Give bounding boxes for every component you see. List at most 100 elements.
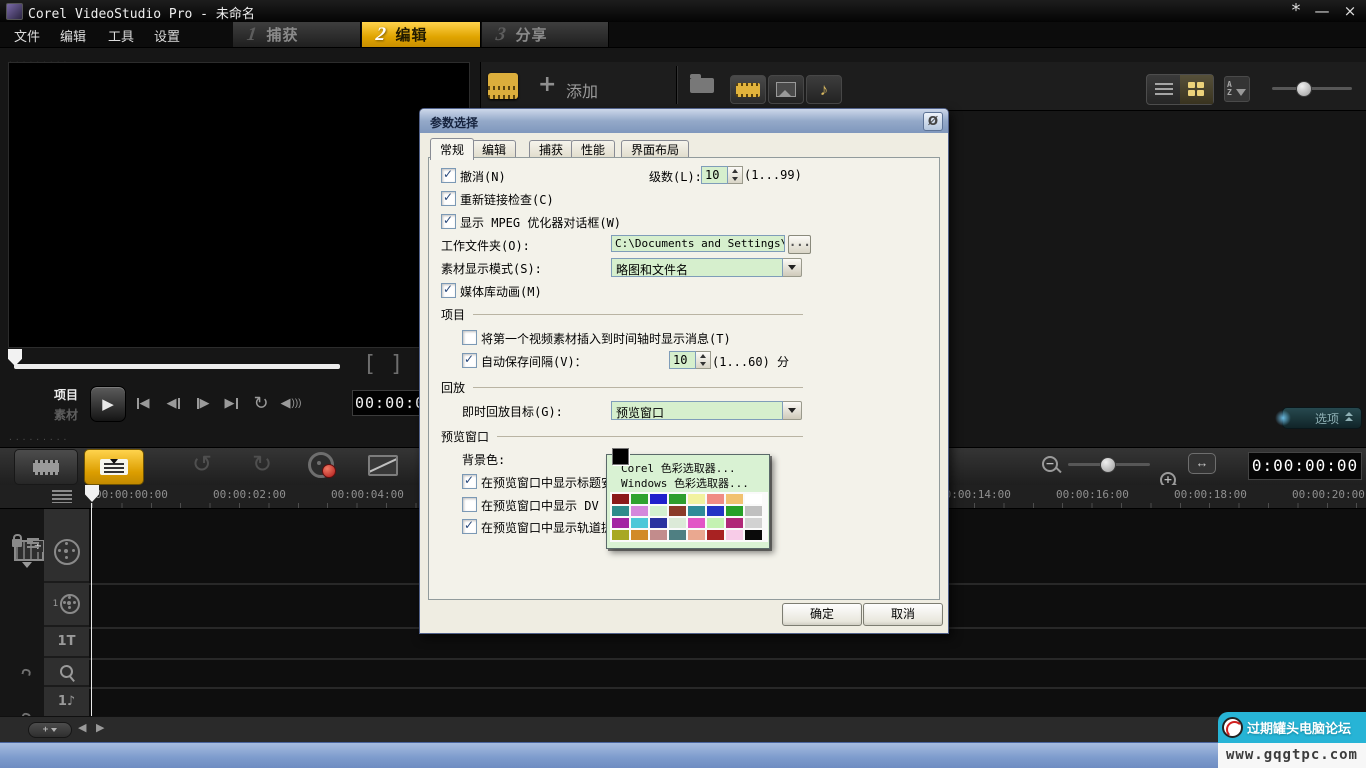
color-swatch[interactable] <box>688 506 705 516</box>
color-swatch[interactable] <box>650 518 667 528</box>
scroll-right-button[interactable]: ▶ <box>96 721 104 734</box>
libanim-checkbox[interactable] <box>441 283 456 298</box>
repeat-button[interactable]: ↻ <box>248 391 274 415</box>
color-swatch[interactable] <box>631 530 648 540</box>
levels-spinner[interactable]: 10 <box>701 166 743 184</box>
color-swatch[interactable] <box>669 530 686 540</box>
color-swatch[interactable] <box>631 494 648 504</box>
spin-down-button[interactable] <box>696 360 710 368</box>
fit-timeline-button[interactable]: ↔ <box>1188 453 1216 474</box>
color-swatch[interactable] <box>650 506 667 516</box>
timeline-zoom-slider-knob[interactable] <box>1100 457 1116 473</box>
project-mode-toggle[interactable]: 项目 <box>54 386 78 403</box>
video-track-header[interactable] <box>44 523 89 583</box>
color-swatch[interactable] <box>650 494 667 504</box>
minimize-button[interactable]: — <box>1312 2 1332 20</box>
color-swatch[interactable] <box>650 530 667 540</box>
clip-mode-toggle[interactable]: 素材 <box>54 406 78 423</box>
screen-capture-button[interactable] <box>368 455 398 476</box>
color-swatch[interactable] <box>612 530 629 540</box>
color-swatch[interactable] <box>631 518 648 528</box>
filter-photo-button[interactable] <box>768 75 804 104</box>
playback-target-combo[interactable]: 预览窗口 <box>611 401 802 420</box>
next-frame-button[interactable]: ▶ <box>190 391 216 415</box>
color-swatch[interactable] <box>707 530 724 540</box>
record-capture-button[interactable] <box>308 452 334 478</box>
menu-file[interactable]: 文件 <box>14 26 40 45</box>
menu-tools[interactable]: 工具 <box>108 26 134 45</box>
music-track-header[interactable]: 1♪ <box>44 687 89 716</box>
dialog-close-button[interactable]: Ø <box>923 112 943 131</box>
color-swatch[interactable] <box>612 506 629 516</box>
color-swatch[interactable] <box>726 494 743 504</box>
menu-edit[interactable]: 编辑 <box>60 26 86 45</box>
bgcolor-swatch[interactable] <box>612 448 629 465</box>
redo-button[interactable]: ↻ <box>252 450 272 479</box>
autosave-checkbox[interactable] <box>462 353 477 368</box>
workfolder-field[interactable]: C:\Documents and Settings\用 <box>611 235 785 252</box>
color-swatch[interactable] <box>669 506 686 516</box>
media-library-icon[interactable] <box>488 73 518 99</box>
folder-icon[interactable] <box>690 78 714 93</box>
color-swatch[interactable] <box>669 494 686 504</box>
menu-settings[interactable]: 设置 <box>154 26 180 45</box>
spin-down-button[interactable] <box>728 175 742 183</box>
browse-button[interactable]: ... <box>788 235 811 254</box>
color-swatch[interactable] <box>745 494 762 504</box>
color-swatch[interactable] <box>726 530 743 540</box>
relink-checkbox[interactable] <box>441 191 456 206</box>
dialog-title-bar[interactable]: 参数选择 Ø <box>420 109 948 133</box>
thumbnail-size-slider-knob[interactable] <box>1296 81 1312 97</box>
color-swatch[interactable] <box>688 518 705 528</box>
tab-general[interactable]: 常规 <box>430 138 474 160</box>
color-swatch[interactable] <box>726 518 743 528</box>
color-swatch[interactable] <box>707 506 724 516</box>
color-swatch[interactable] <box>745 506 762 516</box>
autosave-value[interactable]: 10 <box>669 351 696 369</box>
color-swatch[interactable] <box>745 530 762 540</box>
chapter-list-icon[interactable] <box>52 490 72 503</box>
dropdown-arrow[interactable] <box>783 258 802 277</box>
dropdown-arrow[interactable] <box>783 401 802 420</box>
filter-video-button[interactable] <box>730 75 766 104</box>
corel-color-picker-item[interactable]: Corel 色彩选取器... <box>621 460 736 476</box>
timeline-view-button[interactable] <box>84 449 144 485</box>
clipdisplay-combo[interactable]: 略图和文件名 <box>611 258 802 277</box>
step-tab-edit[interactable]: 2 编辑 <box>362 22 481 47</box>
spin-up-button[interactable] <box>696 352 710 360</box>
overlay-track-header[interactable]: 1 <box>44 583 89 627</box>
insertmsg-checkbox[interactable] <box>462 330 477 345</box>
title-track-header[interactable]: 1T <box>44 627 89 658</box>
color-swatch[interactable] <box>726 506 743 516</box>
ui-switch-icon[interactable]: * <box>1286 0 1306 21</box>
color-swatch[interactable] <box>688 494 705 504</box>
storyboard-view-button[interactable] <box>14 449 78 485</box>
prev-frame-button[interactable]: ◀ <box>160 391 186 415</box>
grid-view-button[interactable] <box>1180 75 1213 104</box>
zoom-out-button[interactable]: − <box>1042 456 1058 472</box>
step-tab-capture[interactable]: 1 捕获 <box>233 22 361 47</box>
mark-in-icon[interactable]: [ <box>363 352 376 377</box>
spin-up-button[interactable] <box>728 167 742 175</box>
add-media-button[interactable]: 添加 <box>566 78 598 102</box>
ok-button[interactable]: 确定 <box>782 603 862 626</box>
undo-checkbox[interactable] <box>441 168 456 183</box>
volume-button[interactable]: ◀))) <box>278 391 304 415</box>
step-tab-share[interactable]: 3 分享 <box>482 22 609 47</box>
dvtime-checkbox[interactable] <box>462 497 477 512</box>
filter-audio-button[interactable]: ♪ <box>806 75 842 104</box>
thumbnail-size-slider[interactable] <box>1272 87 1352 90</box>
color-swatch[interactable] <box>707 518 724 528</box>
color-swatch[interactable] <box>688 530 705 540</box>
windows-color-picker-item[interactable]: Windows 色彩选取器... <box>621 475 749 491</box>
titlesafe-checkbox[interactable] <box>462 474 477 489</box>
levels-value[interactable]: 10 <box>701 166 728 184</box>
scroll-left-button[interactable]: ◀ <box>78 721 86 734</box>
go-start-button[interactable]: ◀ <box>130 391 156 415</box>
color-swatch[interactable] <box>612 494 629 504</box>
cancel-button[interactable]: 取消 <box>863 603 943 626</box>
color-swatch[interactable] <box>669 518 686 528</box>
list-view-button[interactable] <box>1147 75 1180 104</box>
voice-track-header[interactable] <box>44 658 89 687</box>
play-button[interactable]: ▶ <box>90 386 126 422</box>
